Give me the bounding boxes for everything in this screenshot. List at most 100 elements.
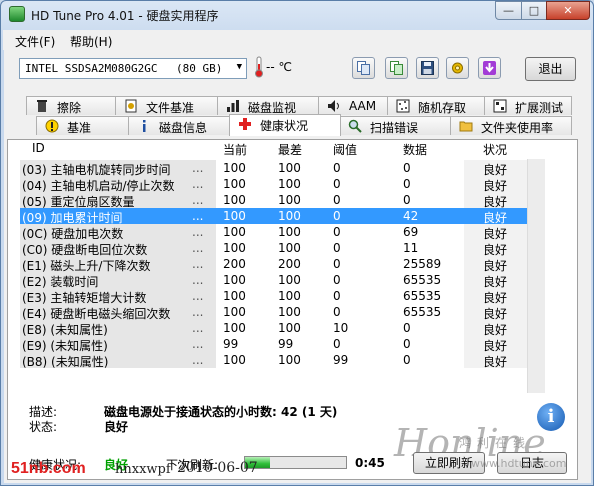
folder-icon [459, 119, 473, 133]
tab-benchmark-label: 基准 [67, 121, 92, 135]
cell-dots: ... [192, 353, 204, 367]
cell-current: 100 [223, 241, 246, 255]
speaker-icon [327, 99, 341, 113]
status-label: 状态: [29, 420, 58, 434]
col-header-current[interactable]: 当前 [223, 141, 247, 158]
info-icon [137, 119, 151, 133]
menu-help[interactable]: 帮助(H) [70, 33, 112, 50]
cell-data: 65535 [403, 289, 442, 303]
dropdown-arrow-icon: ▼ [236, 62, 242, 72]
cell-data: 11 [403, 241, 419, 255]
refresh-countdown: 0:45 [355, 456, 385, 470]
cell-data: 0 [403, 161, 411, 175]
cell-status: 良好 [483, 355, 508, 369]
smart-attributes-table[interactable]: ID 当前 最差 阈值 数据 状况 (03) 主轴电机旋转同步时间... 100 1… [20, 141, 567, 393]
tab-disk-info[interactable]: 磁盘信息 [128, 116, 231, 135]
minimize-button[interactable]: — [495, 1, 522, 20]
tab-random-access-label: 随机存取 [418, 101, 467, 115]
col-header-threshold[interactable]: 阈值 [333, 141, 357, 158]
cell-data: 42 [403, 209, 419, 223]
tab-extra-tests-label: 扩展测试 [515, 101, 564, 115]
refresh-progress-bar [244, 456, 347, 469]
col-header-status[interactable]: 状况 [483, 141, 507, 158]
cell-dots: ... [192, 305, 204, 319]
cell-threshold: 0 [333, 305, 341, 319]
cell-current: 99 [223, 337, 239, 351]
table-row[interactable]: (E4) 硬盘断电磁头缩回次数... 100 100 0 65535 良好 [20, 304, 528, 321]
cell-threshold: 0 [333, 161, 341, 175]
table-row[interactable]: (09) 加电累计时间... 100 100 0 42 良好 [20, 208, 528, 225]
table-row[interactable]: (E2) 装载时间... 100 100 0 65535 良好 [20, 272, 528, 289]
cell-threshold: 0 [333, 241, 341, 255]
tab-folder-usage[interactable]: 文件夹使用率 [450, 116, 572, 135]
tab-file-benchmark[interactable]: 文件基准 [115, 96, 219, 115]
tab-benchmark[interactable]: 基准 [36, 116, 130, 135]
table-row[interactable]: (E9) (未知属性)... 99 99 0 0 良好 [20, 336, 528, 353]
cell-worst: 100 [278, 321, 301, 335]
table-row[interactable]: (03) 主轴电机旋转同步时间... 100 100 0 0 良好 [20, 160, 528, 177]
col-header-id[interactable]: ID [32, 141, 45, 158]
cell-dots: ... [192, 321, 204, 335]
download-button[interactable] [478, 57, 501, 79]
cell-threshold: 10 [333, 321, 349, 335]
drive-name: INTEL SSDSA2M080G2GC [25, 62, 158, 75]
menu-bar: 文件(F) 帮助(H) [3, 30, 591, 50]
exit-button[interactable]: 退出 [525, 57, 576, 81]
site-logo: 51nb.com [11, 460, 86, 478]
tab-error-scan-label: 扫描错误 [370, 121, 419, 135]
table-row[interactable]: (E1) 磁头上升/下降次数... 200 200 0 25589 良好 [20, 256, 528, 273]
tab-erase[interactable]: 擦除 [26, 96, 117, 115]
cell-dots: ... [192, 273, 204, 287]
options-button[interactable] [446, 57, 469, 79]
cell-threshold: 0 [333, 273, 341, 287]
trash-icon [35, 99, 49, 113]
tab-health[interactable]: 健康状况 [229, 114, 341, 136]
table-row[interactable]: (E3) 主轴转矩增大计数... 100 100 0 65535 良好 [20, 288, 528, 305]
col-header-worst[interactable]: 最差 [278, 141, 302, 158]
tab-error-scan[interactable]: 扫描错误 [339, 116, 452, 135]
cell-data: 0 [403, 353, 411, 367]
cell-threshold: 0 [333, 225, 341, 239]
extra-tests-icon [493, 99, 507, 113]
table-row[interactable]: (E8) (未知属性)... 100 100 10 0 良好 [20, 320, 528, 337]
close-button[interactable]: ✕ [546, 1, 590, 20]
cell-worst: 99 [278, 337, 294, 351]
tab-folder-usage-label: 文件夹使用率 [481, 121, 554, 135]
cell-data: 0 [403, 321, 411, 335]
menu-file[interactable]: 文件(F) [15, 33, 55, 50]
cell-dots: ... [192, 337, 204, 351]
help-info-icon[interactable]: i [537, 403, 565, 431]
temperature-readout: -- ℃ [266, 60, 292, 74]
table-row[interactable]: (05) 重定位扇区数量... 100 100 0 0 良好 [20, 192, 528, 209]
cell-worst: 100 [278, 305, 301, 319]
save-button[interactable] [416, 57, 439, 79]
tab-row-top: 擦除 文件基准 磁盘监视 AAM 随机存取 扩展测试 [14, 96, 574, 116]
vertical-scrollbar[interactable] [527, 159, 545, 393]
table-row[interactable]: (04) 主轴电机启动/停止次数... 100 100 0 0 良好 [20, 176, 528, 193]
drive-size: (80 GB) [176, 62, 223, 75]
col-header-data[interactable]: 数据 [403, 141, 427, 158]
table-row[interactable]: (C0) 硬盘断电回位次数... 100 100 0 11 良好 [20, 240, 528, 257]
copy-screenshot-button[interactable] [385, 57, 408, 79]
cell-current: 200 [223, 257, 246, 271]
window-title: HD Tune Pro 4.01 - 硬盘实用程序 [31, 9, 219, 23]
cell-data: 0 [403, 177, 411, 191]
copy-button[interactable] [352, 57, 375, 79]
tab-disk-info-label: 磁盘信息 [159, 121, 208, 135]
cell-worst: 100 [278, 209, 301, 223]
cell-worst: 100 [278, 273, 301, 287]
tab-aam[interactable]: AAM [318, 96, 389, 115]
maximize-button[interactable]: □ [521, 1, 547, 20]
tab-extra-tests[interactable]: 扩展测试 [484, 96, 572, 115]
cell-current: 100 [223, 353, 246, 367]
tab-health-label: 健康状况 [260, 119, 309, 133]
table-row[interactable]: (B8) (未知属性)... 100 100 99 0 良好 [20, 352, 528, 369]
title-bar[interactable]: HD Tune Pro 4.01 - 硬盘实用程序 — □ ✕ [1, 1, 593, 29]
drive-select[interactable]: INTEL SSDSA2M080G2GC (80 GB) ▼ [19, 58, 247, 79]
cell-current: 100 [223, 273, 246, 287]
benchmark-icon [45, 119, 59, 133]
tab-disk-monitor[interactable]: 磁盘监视 [217, 96, 320, 115]
app-icon [9, 6, 25, 22]
table-row[interactable]: (0C) 硬盘加电次数... 100 100 0 69 良好 [20, 224, 528, 241]
tab-random-access[interactable]: 随机存取 [387, 96, 486, 115]
